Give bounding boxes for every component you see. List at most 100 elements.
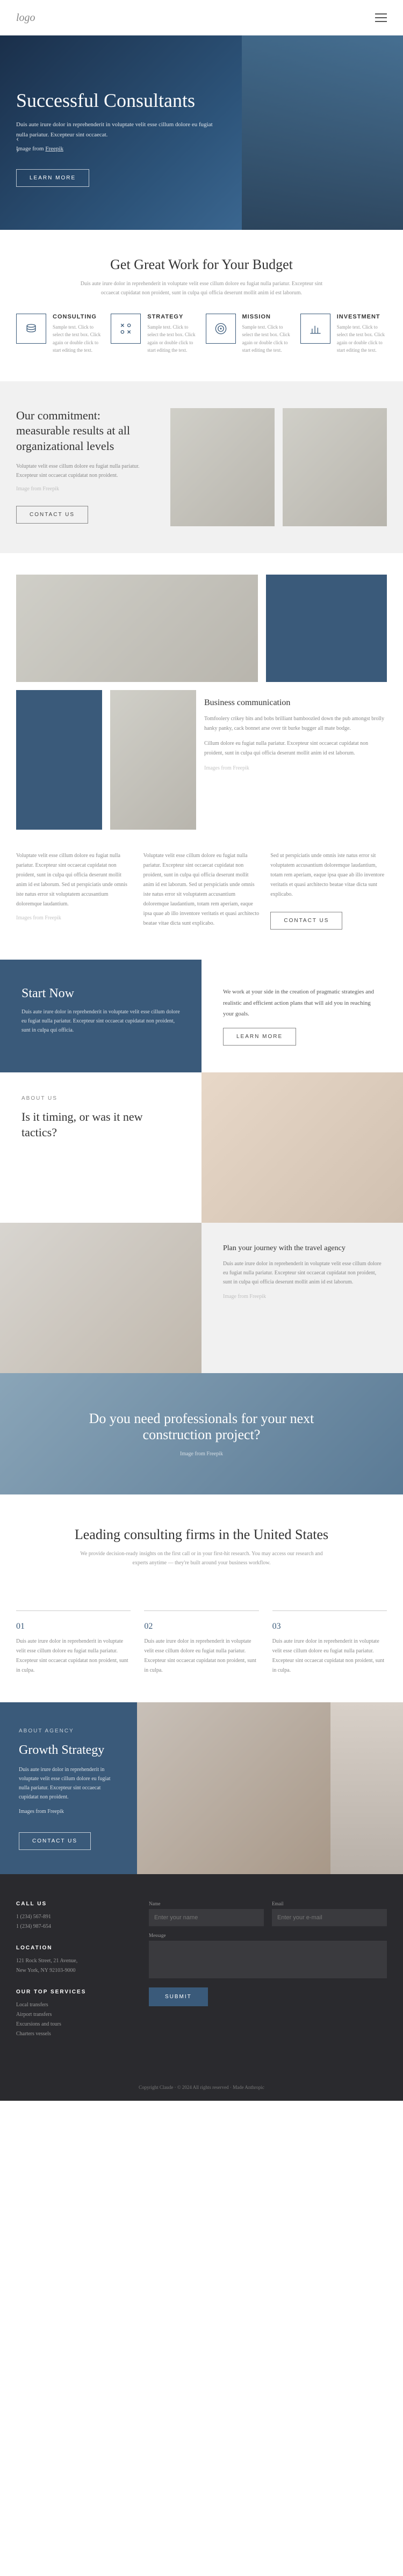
learn-more-button[interactable]: LEARN MORE xyxy=(16,169,89,187)
feature-text: Sample text. Click to select the text bo… xyxy=(242,323,292,354)
feature-text: Sample text. Click to select the text bo… xyxy=(53,323,103,354)
hero-title: Successful Consultants xyxy=(16,89,387,112)
services-list: Local transfers Airport transfers Excurs… xyxy=(16,2000,127,2039)
commitment-image-2 xyxy=(283,408,387,526)
feature-text: Sample text. Click to select the text bo… xyxy=(337,323,387,354)
side-text: We work at your side in the creation of … xyxy=(223,986,382,1020)
three-col-section: Voluptate velit esse cillum dolore eu fu… xyxy=(0,851,403,960)
submit-button[interactable]: SUBMIT xyxy=(149,1987,208,2006)
serv-label: OUR TOP SERVICES xyxy=(16,1989,127,1995)
hero-credit: Image from Freepik xyxy=(16,144,220,154)
name-input[interactable] xyxy=(149,1909,264,1926)
contact-us-button-2[interactable]: CONTACT US xyxy=(270,912,342,930)
feature-label: STRATEGY xyxy=(147,314,197,320)
commitment-text: Voluptate velit esse cillum dolore eu fu… xyxy=(16,462,157,480)
call-text: 1 (234) 567-891 1 (234) 987-654 xyxy=(16,1912,127,1932)
email-label: Email xyxy=(272,1901,387,1906)
leading-sub: We provide decision-ready insights on th… xyxy=(73,1549,330,1568)
num-01: 01 xyxy=(16,1622,131,1631)
col2-text: Voluptate velit esse cillum dolore eu fu… xyxy=(143,851,260,928)
commitment-title: Our commitment: measurable results at al… xyxy=(16,408,157,454)
start-title: Start Now xyxy=(21,986,180,1001)
leading-title: Leading consulting firms in the United S… xyxy=(16,1527,387,1543)
hero: ‹ › Successful Consultants Duis aute iru… xyxy=(0,35,403,230)
about-image-1 xyxy=(202,1072,403,1223)
credit-link[interactable]: Freepik xyxy=(45,146,63,152)
collage-image-1 xyxy=(16,575,258,682)
call-label: CALL US xyxy=(16,1901,127,1907)
num-01-text: Duis aute irure dolor in reprehenderit i… xyxy=(16,1637,131,1675)
contact-us-button[interactable]: CONTACT US xyxy=(16,506,88,524)
email-input[interactable] xyxy=(272,1909,387,1926)
plan-title: Plan your journey with the travel agency xyxy=(223,1244,382,1253)
about-image-2 xyxy=(0,1223,202,1373)
commitment-section: Our commitment: measurable results at al… xyxy=(0,381,403,553)
logo[interactable]: logo xyxy=(16,12,35,24)
bizcomm-p2: Cillum dolore eu fugiat nulla pariatur. … xyxy=(204,739,387,758)
feature-investment: INVESTMENT Sample text. Click to select t… xyxy=(300,314,387,354)
bizcomm-credit: Images from Freepik xyxy=(204,764,387,773)
feature-mission: MISSION Sample text. Click to select the … xyxy=(206,314,292,354)
learn-more-button-2[interactable]: LEARN MORE xyxy=(223,1028,296,1046)
cta-band: Do you need professionals for your next … xyxy=(0,1373,403,1494)
plan-credit: Image from Freepik xyxy=(223,1292,382,1301)
feature-label: INVESTMENT xyxy=(337,314,387,320)
message-input[interactable] xyxy=(149,1941,387,1978)
feature-label: CONSULTING xyxy=(53,314,103,320)
features-sub: Duis aute irure dolor in reprehenderit i… xyxy=(73,279,330,297)
chart-icon xyxy=(300,314,330,344)
plan-text: Duis aute irure dolor in reprehenderit i… xyxy=(223,1259,382,1287)
bizcomm-title: Business communication xyxy=(204,698,387,708)
footer: CALL US 1 (234) 567-891 1 (234) 987-654 … xyxy=(0,1874,403,2101)
hero-text: Duis aute irure dolor in reprehenderit i… xyxy=(16,120,220,140)
collage-image-2 xyxy=(266,575,387,682)
feature-strategy: STRATEGY Sample text. Click to select the… xyxy=(111,314,197,354)
col3-text: Sed ut perspiciatis unde omnis iste natu… xyxy=(270,851,387,899)
num-row: 01 Duis aute irure dolor in reprehenderit… xyxy=(0,1600,403,1702)
growth-image-2 xyxy=(330,1702,403,1874)
growth-image-1 xyxy=(137,1702,330,1874)
slider-arrows: ‹ › xyxy=(16,133,19,157)
loc-label: LOCATION xyxy=(16,1945,127,1951)
collage-image-3 xyxy=(16,690,102,830)
cta-title: Do you need professionals for your next … xyxy=(62,1411,341,1443)
num-03-text: Duis aute irure dolor in reprehenderit i… xyxy=(272,1637,387,1675)
about-section: ABOUT US Is it timing, or was it new tac… xyxy=(0,1072,403,1373)
feature-consulting: CONSULTING Sample text. Click to select t… xyxy=(16,314,103,354)
arrow-right-icon[interactable]: › xyxy=(16,146,19,155)
menu-icon[interactable] xyxy=(375,11,387,25)
arrow-left-icon[interactable]: ‹ xyxy=(16,134,19,144)
target-icon xyxy=(206,314,236,344)
num-02: 02 xyxy=(144,1622,258,1631)
growth-title: Growth Strategy xyxy=(19,1743,118,1758)
feature-label: MISSION xyxy=(242,314,292,320)
leading-section: Leading consulting firms in the United S… xyxy=(0,1494,403,1600)
copyright: Copyright Claude · © 2024 All rights res… xyxy=(16,2074,387,2090)
cta-credit: Image from Freepik xyxy=(16,1451,387,1457)
strategy-icon xyxy=(111,314,141,344)
col1-text: Voluptate velit esse cillum dolore eu fu… xyxy=(16,851,133,909)
start-section: Start Now Duis aute irure dolor in repre… xyxy=(0,960,403,1073)
collage-section: Business communication Tomfoolery crikey… xyxy=(0,553,403,851)
start-text: Duis aute irure dolor in reprehenderit i… xyxy=(21,1007,180,1035)
commitment-credit: Image from Freepik xyxy=(16,484,157,494)
features-section: Get Great Work for Your Budget Duis aute… xyxy=(0,230,403,381)
contact-us-button-3[interactable]: CONTACT US xyxy=(19,1832,91,1850)
about-label: ABOUT US xyxy=(21,1094,180,1103)
growth-text: Duis aute irure dolor in reprehenderit i… xyxy=(19,1765,118,1802)
msg-label: Message xyxy=(149,1933,387,1938)
name-label: Name xyxy=(149,1901,264,1906)
growth-credit: Images from Freepik xyxy=(19,1807,118,1816)
commitment-image-1 xyxy=(170,408,275,526)
num-02-text: Duis aute irure dolor in reprehenderit i… xyxy=(144,1637,258,1675)
growth-section: ABOUT AGENCY Growth Strategy Duis aute i… xyxy=(0,1702,403,1874)
num-03: 03 xyxy=(272,1622,387,1631)
growth-label: ABOUT AGENCY xyxy=(19,1726,118,1736)
bizcomm-p1: Tomfoolery crikey bits and bobs brillian… xyxy=(204,714,387,734)
col1-credit: Images from Freepik xyxy=(16,913,133,923)
feature-text: Sample text. Click to select the text bo… xyxy=(147,323,197,354)
collage-image-4 xyxy=(110,690,196,830)
features-title: Get Great Work for Your Budget xyxy=(16,257,387,273)
coins-icon xyxy=(16,314,46,344)
about-title: Is it timing, or was it new tactics? xyxy=(21,1109,180,1140)
